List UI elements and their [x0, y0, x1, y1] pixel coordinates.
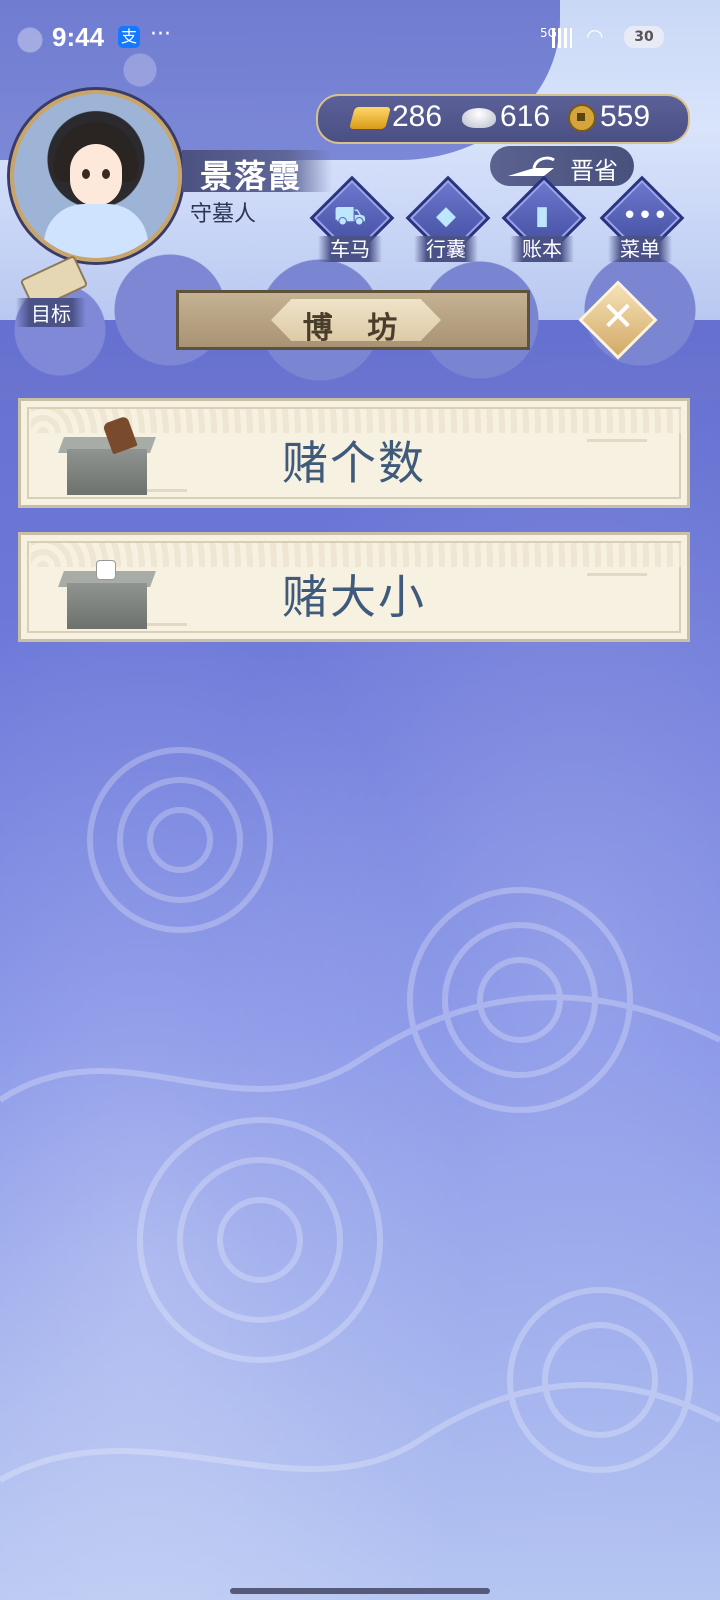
silver-amount: 616: [500, 100, 551, 133]
option-label: 赌大小: [282, 570, 426, 624]
region-button[interactable]: 晋省: [490, 146, 634, 186]
page-title: 博 坊: [302, 311, 410, 346]
battery-indicator: 30: [624, 26, 664, 48]
more-notifications-icon: ···: [150, 22, 171, 47]
carriage-icon: ⛟: [333, 201, 367, 231]
goal-label: 目标: [16, 298, 86, 327]
nav-label: 行囊: [414, 236, 478, 262]
nav-carriage-button[interactable]: ⛟ 车马: [308, 175, 395, 266]
copper-currency: 559: [568, 100, 650, 138]
title-plaque: 博 坊: [271, 299, 441, 341]
gold-amount: 286: [392, 100, 443, 133]
decorative-line: [587, 573, 647, 576]
player-avatar[interactable]: [10, 90, 182, 262]
copper-amount: 559: [600, 100, 651, 133]
option-guess-size[interactable]: 赌大小: [18, 532, 690, 642]
page-title-banner: 博 坊: [176, 290, 530, 350]
alipay-icon: 支: [118, 26, 140, 48]
status-bar: 9:44 支 ··· 5G ◠ 30: [0, 18, 720, 62]
wifi-icon: ◠: [586, 24, 604, 48]
player-name: 景落霞: [200, 157, 303, 195]
decorative-line: [587, 439, 647, 442]
decorative-line: [147, 489, 187, 492]
region-label: 晋省: [570, 157, 618, 185]
nav-label: 车马: [318, 236, 382, 262]
option-guess-count[interactable]: 赌个数: [18, 398, 690, 508]
iron-icon: [508, 156, 555, 176]
player-title: 守墓人: [190, 202, 257, 227]
gold-currency: 286: [349, 100, 443, 138]
close-icon[interactable]: ✕: [598, 294, 638, 340]
avatar-eye: [102, 169, 110, 179]
silver-ingot-icon: [462, 108, 496, 129]
option-label: 赌个数: [282, 436, 426, 490]
avatar-face: [70, 144, 122, 206]
signal-icon: [552, 28, 572, 48]
nav-label: 菜单: [608, 236, 672, 262]
nav-menu-button[interactable]: ••• 菜单: [598, 175, 685, 266]
bag-icon: ◆: [436, 201, 456, 231]
avatar-robe: [44, 204, 148, 258]
home-indicator[interactable]: [230, 1588, 490, 1594]
gold-ingot-icon: [349, 107, 391, 130]
currency-bar[interactable]: 286 616 559: [316, 94, 690, 144]
nav-label: 账本: [510, 236, 574, 262]
swirl-pattern: [0, 747, 720, 1483]
goal-button[interactable]: 目标: [10, 254, 89, 327]
nav-bag-button[interactable]: ◆ 行囊: [404, 175, 491, 266]
nav-ledger-button[interactable]: ▮ 账本: [500, 175, 587, 266]
status-time: 9:44: [52, 22, 105, 52]
menu-dots-icon: •••: [622, 201, 669, 231]
copper-coin-icon: [568, 104, 596, 133]
avatar-eye: [82, 169, 90, 179]
decorative-line: [147, 623, 187, 626]
silver-currency: 616: [462, 100, 550, 138]
ledger-icon: ▮: [534, 201, 550, 231]
